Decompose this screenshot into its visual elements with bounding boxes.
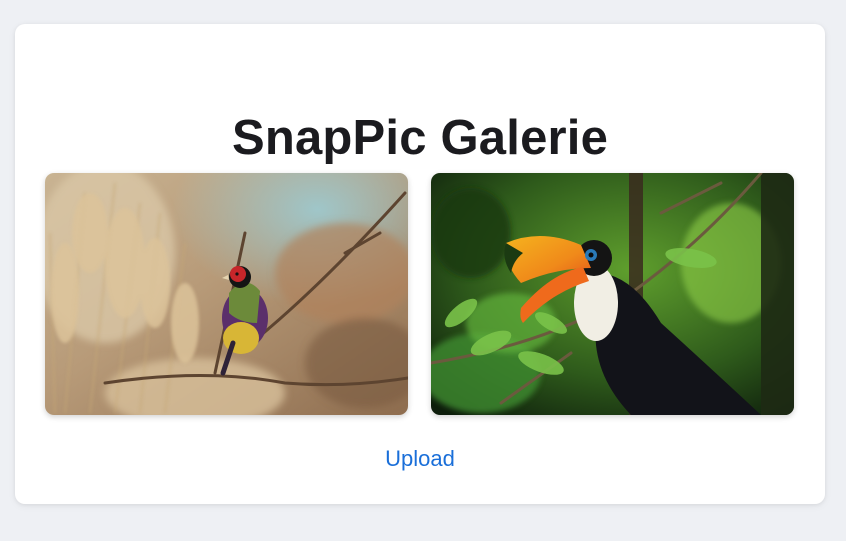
gallery-card: SnapPic Galerie Upload	[15, 24, 825, 504]
gallery-image-finch[interactable]	[45, 173, 408, 415]
page-title: SnapPic Galerie	[231, 111, 609, 165]
upload-link[interactable]: Upload	[15, 446, 825, 472]
gallery-image-toucan[interactable]	[431, 173, 794, 415]
toucan-photo	[431, 173, 794, 415]
finch-photo	[45, 173, 408, 415]
